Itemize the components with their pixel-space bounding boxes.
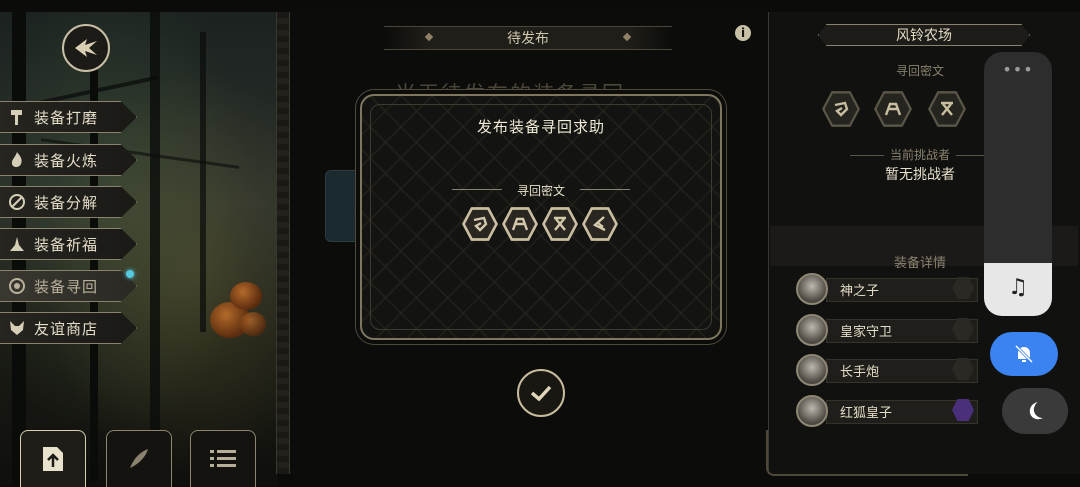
farm-name: 风铃农场 xyxy=(818,24,1030,46)
glyph-4-icon xyxy=(592,216,606,232)
equipment-row[interactable]: 红狐皇子 xyxy=(796,395,986,427)
glyph-3-icon xyxy=(554,216,566,231)
diamond-ornament-icon xyxy=(622,32,632,42)
fox-icon xyxy=(0,319,34,337)
equipment-row[interactable]: 长手炮 xyxy=(796,354,986,386)
equipment-row[interactable]: 皇家守卫 xyxy=(796,314,986,346)
glyph-3-icon xyxy=(941,101,953,116)
menu-item-label: 装备祈福 xyxy=(34,235,99,254)
music-note-icon: ♫ xyxy=(1008,275,1028,300)
challenger-label-text: 当前挑战者 xyxy=(889,148,950,162)
back-button[interactable] xyxy=(62,24,110,72)
notification-dot xyxy=(126,270,134,278)
glyph-1-icon xyxy=(834,101,849,117)
divider xyxy=(580,189,630,190)
do-not-disturb-button[interactable] xyxy=(1002,388,1068,434)
list-tab[interactable] xyxy=(190,430,256,487)
moon-icon xyxy=(1029,402,1043,420)
ringer-mute-button[interactable] xyxy=(990,332,1058,376)
modal-title: 发布装备寻回求助 xyxy=(476,118,605,136)
diamond-ornament-icon xyxy=(424,32,434,42)
feather-icon xyxy=(130,449,148,468)
upload-icon xyxy=(43,447,63,471)
checkmark-icon xyxy=(530,385,552,402)
tab-label: 待发布 xyxy=(507,31,549,47)
avatar xyxy=(796,354,828,386)
menu-item-fire-refine[interactable]: 装备火炼 xyxy=(0,144,137,176)
menu-item-label: 友谊商店 xyxy=(34,319,99,338)
bell-off-icon xyxy=(1014,344,1034,364)
menu-item-polish[interactable]: 装备打磨 xyxy=(0,101,137,133)
publish-modal: 发布装备寻回求助 寻回密文 xyxy=(360,94,722,340)
disassemble-icon xyxy=(0,193,34,211)
menu-item-retrieve[interactable]: 装备寻回 xyxy=(0,270,137,302)
menu-item-label: 装备打磨 xyxy=(34,108,99,127)
cipher-label: 寻回密文 xyxy=(516,184,565,198)
equipment-name: 神之子 xyxy=(840,284,880,299)
menu-item-label: 装备分解 xyxy=(34,193,99,212)
back-arrow-icon xyxy=(75,39,97,57)
menu-item-disassemble[interactable]: 装备分解 xyxy=(0,186,137,218)
volume-slider[interactable]: ••• ♫ xyxy=(984,52,1052,316)
target-icon xyxy=(0,277,34,295)
panel-divider xyxy=(276,12,290,474)
modal-inner-border xyxy=(370,104,712,330)
flame-icon xyxy=(0,151,34,169)
menu-item-label: 装备火炼 xyxy=(34,151,99,170)
upload-tab[interactable] xyxy=(20,430,86,487)
panel-frame xyxy=(766,430,968,476)
equipment-name: 长手炮 xyxy=(840,365,880,380)
equipment-name: 红狐皇子 xyxy=(840,406,893,421)
menu-item-label: 装备寻回 xyxy=(34,277,99,296)
equipment-row[interactable]: 神之子 xyxy=(796,273,986,305)
equipment-name: 皇家守卫 xyxy=(840,325,893,340)
confirm-button[interactable] xyxy=(517,369,565,417)
list-icon xyxy=(210,450,236,467)
glyph-1-icon xyxy=(473,216,488,232)
farm-name-label: 风铃农场 xyxy=(896,28,952,44)
prayer-icon xyxy=(0,235,34,253)
menu-item-friend-shop[interactable]: 友谊商店 xyxy=(0,312,137,344)
hammer-icon xyxy=(0,108,34,126)
more-options-icon[interactable]: ••• xyxy=(984,60,1052,79)
glyph-2-icon xyxy=(511,217,529,231)
glyph-2-icon xyxy=(884,102,902,116)
avatar xyxy=(796,314,828,346)
tab-pending[interactable]: 待发布 xyxy=(384,26,672,50)
avatar xyxy=(796,273,828,305)
info-icon[interactable]: i xyxy=(735,25,751,41)
menu-item-blessing[interactable]: 装备祈福 xyxy=(0,228,137,260)
avatar xyxy=(796,395,828,427)
feather-tab[interactable] xyxy=(106,430,172,487)
